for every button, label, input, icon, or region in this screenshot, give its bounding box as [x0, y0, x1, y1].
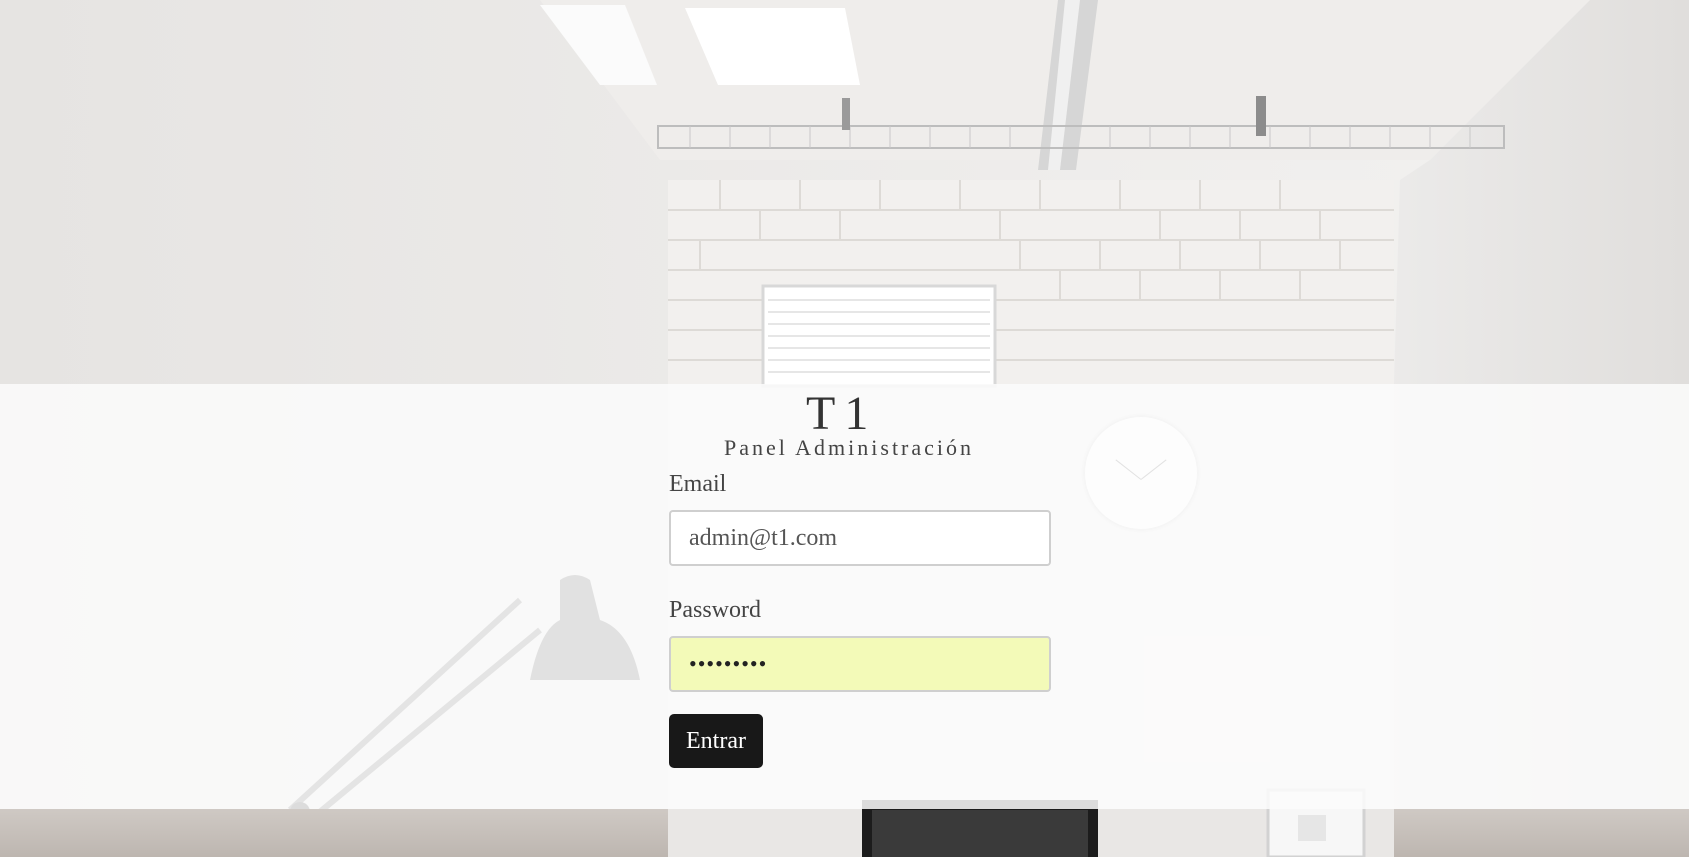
password-label: Password	[669, 597, 762, 623]
app-logo-title: T1	[806, 387, 878, 440]
password-group: Password	[669, 596, 1051, 692]
email-group: Email	[669, 470, 1051, 566]
login-button[interactable]: Entrar	[669, 714, 763, 768]
login-form: Email Password Entrar	[669, 470, 1051, 768]
clock-hand	[1115, 459, 1142, 480]
email-label: Email	[669, 471, 727, 497]
password-field[interactable]	[669, 636, 1051, 692]
app-logo-subtitle: Panel Administración	[724, 435, 975, 460]
wall-clock-decoration	[1085, 417, 1197, 529]
email-field[interactable]	[669, 510, 1051, 566]
clock-hand	[1140, 459, 1167, 480]
